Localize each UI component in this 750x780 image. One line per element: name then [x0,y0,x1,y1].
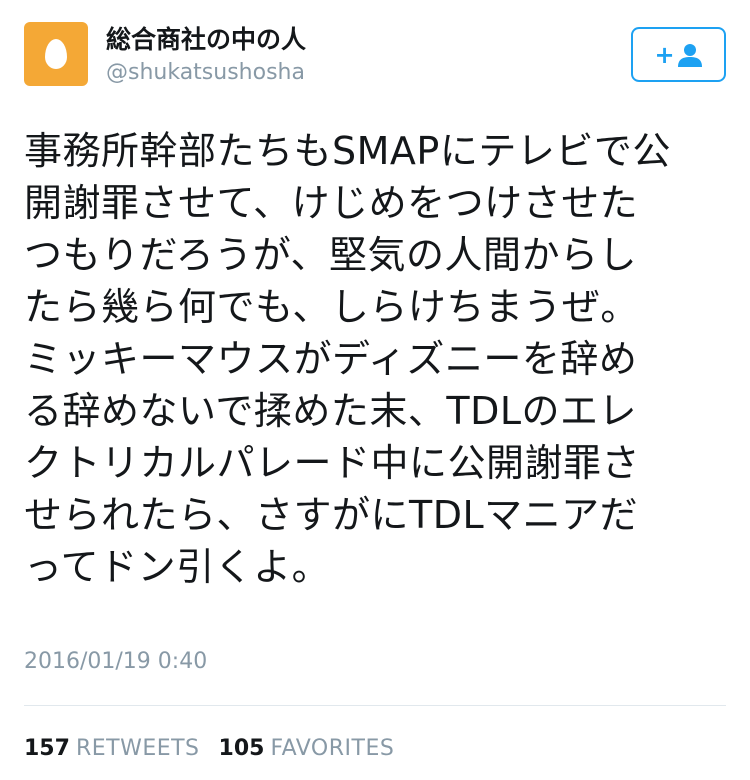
display-name[interactable]: 総合商社の中の人 [106,24,306,56]
tweet-text-line: つもりだろうが、堅気の人間からし [24,233,637,277]
plus-icon: + [654,40,675,69]
tweet-stats: 157 RETWEETS 105 FAVORITES [24,734,406,764]
tweet-text-line: ミッキーマウスがディズニーを辞め [24,337,638,381]
avatar[interactable] [24,22,88,86]
user-handle[interactable]: @shukatsushosha [106,59,305,87]
retweets-label: RETWEETS [75,736,200,761]
favorites-count: 105 [218,736,265,761]
tweet-text-line: たら幾ら何でも、しらけちまうぜ。 [24,285,639,329]
retweets-count: 157 [24,736,70,761]
divider [24,705,726,706]
follow-button[interactable]: + [631,27,726,82]
egg-icon [45,39,67,69]
tweet-text-line: る辞めないで揉めた末、TDLのエレ [24,389,638,433]
tweet-text-line: せられたら、さすがにTDLマニアだ [24,493,639,537]
tweet-text-line: クトリカルパレード中に公開謝罪さ [24,441,641,485]
retweets-stat[interactable]: 157 RETWEETS [24,734,200,764]
tweet-text-line: 事務所幹部たちもSMAPにテレビで公 [24,129,671,173]
tweet-text-line: ってドン引くよ。 [24,545,331,589]
follow-user-icon [677,43,702,67]
favorites-label: FAVORITES [270,736,395,761]
favorites-stat[interactable]: 105 FAVORITES [219,734,395,764]
tweet-text: 事務所幹部たちもSMAPにテレビで公 開謝罪させて、けじめをつけさせた つもりだ… [24,125,724,593]
tweet-card: 総合商社の中の人 @shukatsushosha + 事務所幹部たちもSMAPに… [0,0,750,780]
tweet-timestamp[interactable]: 2016/01/19 0:40 [24,648,207,676]
tweet-text-line: 開謝罪させて、けじめをつけさせた [24,181,639,225]
